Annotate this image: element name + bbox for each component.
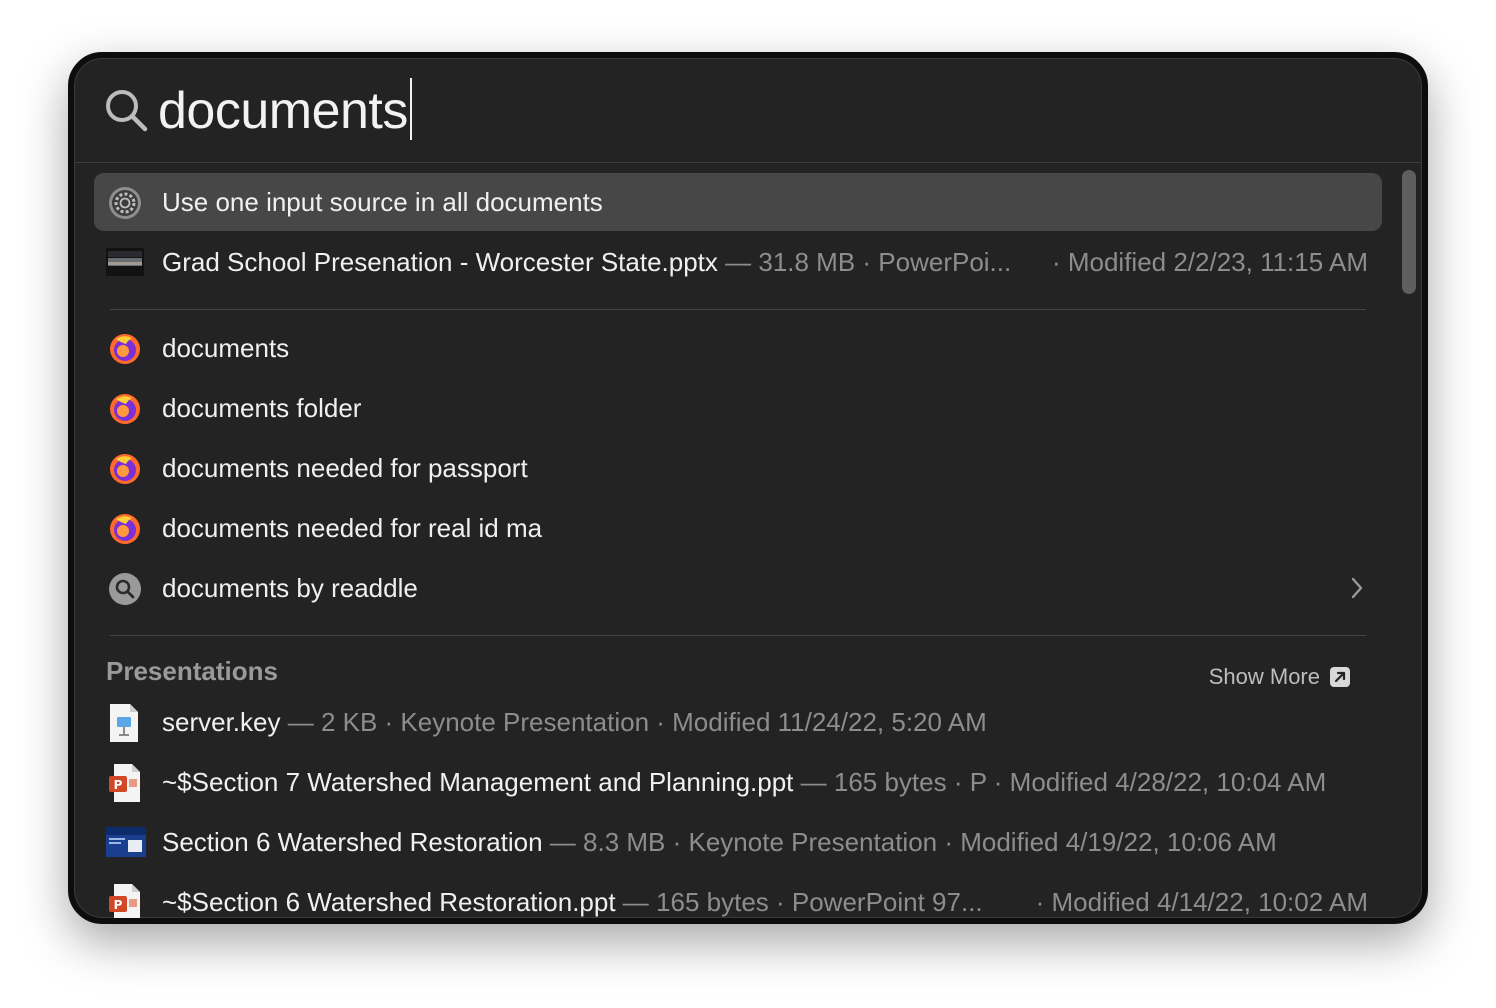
powerpoint-file-icon: P bbox=[109, 764, 140, 802]
section-header-presentations: Presentations bbox=[106, 656, 278, 686]
suggestion-text: documents needed for passport bbox=[162, 453, 528, 483]
result-title: Section 6 Watershed Restoration — 8.3 MB… bbox=[162, 813, 1277, 871]
svg-text:P: P bbox=[114, 778, 123, 792]
firefox-icon bbox=[110, 394, 140, 424]
result-row-input-source[interactable]: Use one input source in all documents bbox=[94, 173, 1382, 231]
file-name: ~$Section 7 Watershed Management and Pla… bbox=[162, 767, 794, 797]
file-name: Section 6 Watershed Restoration bbox=[162, 827, 543, 857]
result-title: server.key — 2 KB · Keynote Presentation… bbox=[162, 693, 987, 751]
slide-thumbnail-icon bbox=[106, 248, 144, 276]
suggestion-row-readdle[interactable]: documents by readdle bbox=[94, 559, 1382, 617]
open-external-icon bbox=[1330, 667, 1350, 687]
presentation-row[interactable]: server.key — 2 KB · Keynote Presentation… bbox=[94, 693, 1382, 751]
divider bbox=[110, 309, 1366, 310]
suggestion-text: documents bbox=[162, 333, 290, 363]
result-title: Grad School Presenation - Worcester Stat… bbox=[162, 233, 1011, 291]
file-meta: — 165 bytes · P · Modified 4/28/22, 10:0… bbox=[793, 767, 1327, 797]
search-input[interactable]: documents bbox=[158, 76, 412, 146]
file-name: ~$Section 6 Watershed Restoration.ppt bbox=[162, 887, 616, 917]
file-meta: — 2 KB · Keynote Presentation · Modified… bbox=[280, 707, 987, 737]
powerpoint-file-icon: P bbox=[109, 884, 140, 918]
search-icon bbox=[106, 90, 148, 132]
firefox-icon bbox=[110, 454, 140, 484]
text-caret bbox=[409, 78, 412, 140]
firefox-icon bbox=[110, 514, 140, 544]
svg-text:P: P bbox=[114, 898, 123, 912]
suggestion-text: documents by readdle bbox=[162, 573, 418, 603]
spotlight-window: documents Use one input source in all do… bbox=[68, 52, 1428, 924]
file-meta: — 31.8 MB · PowerPoi... bbox=[717, 247, 1012, 277]
divider bbox=[110, 635, 1366, 636]
system-settings-gear-icon bbox=[109, 187, 141, 219]
search-query-text: documents bbox=[158, 82, 408, 140]
show-more-button[interactable]: Show More bbox=[1209, 659, 1350, 695]
scrollbar-thumb[interactable] bbox=[1402, 170, 1416, 294]
suggestion-row[interactable]: documents folder bbox=[94, 379, 1382, 437]
search-bar[interactable]: documents bbox=[74, 58, 1422, 163]
file-meta: — 165 bytes · PowerPoint 97... bbox=[615, 887, 983, 917]
file-name: Grad School Presenation - Worcester Stat… bbox=[162, 247, 718, 277]
file-modified: · Modified 4/14/22, 10:02 AM bbox=[1035, 887, 1368, 917]
file-meta: — 8.3 MB · Keynote Presentation · Modifi… bbox=[542, 827, 1277, 857]
result-row-grad-school-pptx[interactable]: Grad School Presenation - Worcester Stat… bbox=[94, 233, 1382, 291]
suggestion-text: documents folder bbox=[162, 393, 362, 423]
presentation-row[interactable]: P ~$Section 6 Watershed Restoration.ppt … bbox=[94, 873, 1382, 918]
chevron-right-icon[interactable] bbox=[1350, 576, 1364, 600]
search-icon bbox=[109, 573, 141, 605]
presentation-row[interactable]: P ~$Section 7 Watershed Management and P… bbox=[94, 753, 1382, 811]
suggestion-row[interactable]: documents needed for passport bbox=[94, 439, 1382, 497]
slide-thumbnail-blue-icon bbox=[106, 827, 146, 857]
keynote-file-icon bbox=[110, 704, 138, 742]
file-modified: · Modified 2/2/23, 11:15 AM bbox=[1051, 247, 1368, 277]
firefox-icon bbox=[110, 334, 140, 364]
suggestion-text: documents needed for real id ma bbox=[162, 513, 543, 543]
show-more-label: Show More bbox=[1208, 664, 1320, 689]
result-title: ~$Section 6 Watershed Restoration.ppt — … bbox=[162, 873, 983, 918]
result-title: ~$Section 7 Watershed Management and Pla… bbox=[162, 753, 1326, 811]
results-list: Use one input source in all documents Gr… bbox=[74, 163, 1422, 918]
suggestion-row[interactable]: documents needed for real id ma bbox=[94, 499, 1382, 557]
file-name: server.key bbox=[162, 707, 281, 737]
suggestion-row[interactable]: documents bbox=[94, 319, 1382, 377]
presentation-row[interactable]: Section 6 Watershed Restoration — 8.3 MB… bbox=[94, 813, 1382, 871]
result-title: Use one input source in all documents bbox=[162, 187, 603, 217]
